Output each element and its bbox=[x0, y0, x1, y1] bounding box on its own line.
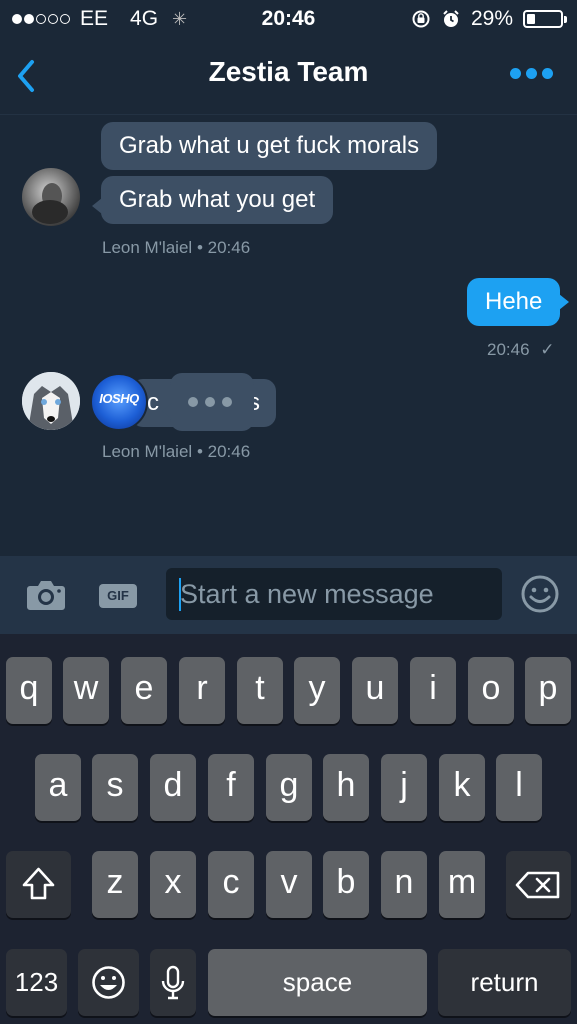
incoming-message-bubble[interactable]: Grab what you get bbox=[91, 176, 334, 224]
key-a[interactable]: a bbox=[35, 754, 81, 821]
gif-button[interactable]: GIF bbox=[99, 584, 137, 608]
separator-dot: • bbox=[196, 442, 208, 461]
return-key[interactable]: return bbox=[438, 949, 571, 1016]
message-text: Hehe bbox=[485, 288, 543, 315]
key-x[interactable]: x bbox=[150, 851, 196, 918]
key-n[interactable]: n bbox=[381, 851, 427, 918]
backspace-icon bbox=[515, 871, 560, 899]
chevron-left-icon bbox=[18, 60, 34, 92]
ioshq-badge-logo: IOSHQ bbox=[90, 373, 148, 431]
numbers-key[interactable]: 123 bbox=[6, 949, 67, 1016]
key-b[interactable]: b bbox=[323, 851, 369, 918]
alarm-clock-icon bbox=[443, 10, 459, 27]
key-r[interactable]: r bbox=[179, 657, 225, 724]
message-text: Grab what u get fuck morals bbox=[119, 132, 420, 159]
key-d[interactable]: d bbox=[150, 754, 196, 821]
emoji-button[interactable] bbox=[520, 574, 560, 614]
user-photo-icon bbox=[32, 183, 68, 224]
message-composer: GIF bbox=[0, 556, 577, 634]
nav-bar: Zestia Team bbox=[0, 38, 577, 115]
key-z[interactable]: z bbox=[92, 851, 138, 918]
key-k[interactable]: k bbox=[439, 754, 485, 821]
dictation-key[interactable] bbox=[150, 949, 196, 1016]
message-meta: Leon M'laiel • 20:46 bbox=[102, 238, 250, 258]
battery-percentage: 29% bbox=[470, 7, 513, 30]
avatar[interactable] bbox=[22, 168, 80, 226]
emoji-face-icon bbox=[92, 966, 125, 999]
message-time: 20:46 bbox=[207, 238, 251, 257]
typing-dots-icon bbox=[188, 397, 232, 407]
conversation-title: Zestia Team bbox=[208, 56, 369, 87]
key-q[interactable]: q bbox=[6, 657, 52, 724]
key-t[interactable]: t bbox=[237, 657, 283, 724]
message-text: Grab what you get bbox=[119, 186, 316, 213]
camera-icon bbox=[27, 581, 65, 610]
battery-icon bbox=[523, 10, 567, 28]
emoji-keyboard-key[interactable] bbox=[78, 949, 139, 1016]
sender-name: Leon M'laiel bbox=[102, 238, 193, 257]
message-time: 20:46 bbox=[487, 340, 530, 359]
smiley-icon bbox=[521, 575, 559, 613]
key-p[interactable]: p bbox=[525, 657, 571, 724]
key-f[interactable]: f bbox=[208, 754, 254, 821]
text-cursor bbox=[179, 578, 181, 611]
status-right: 29% bbox=[411, 7, 567, 31]
key-h[interactable]: h bbox=[323, 754, 369, 821]
shift-arrow-icon bbox=[22, 867, 55, 900]
outgoing-message-bubble[interactable]: Hehe bbox=[467, 278, 570, 326]
keyboard: q w e r t y u i o p a s d f g h j k l z … bbox=[0, 634, 577, 1024]
key-u[interactable]: u bbox=[352, 657, 398, 724]
badge-text: IOSHQ bbox=[99, 391, 139, 406]
key-m[interactable]: m bbox=[439, 851, 485, 918]
key-c[interactable]: c bbox=[208, 851, 254, 918]
space-key[interactable]: space bbox=[208, 949, 427, 1016]
key-e[interactable]: e bbox=[121, 657, 167, 724]
key-j[interactable]: j bbox=[381, 754, 427, 821]
more-horizontal-icon bbox=[510, 68, 521, 79]
status-bar: EE 4G ✳ 20:46 29% bbox=[0, 0, 577, 38]
avatar[interactable] bbox=[22, 372, 80, 430]
rotation-lock-icon bbox=[412, 10, 430, 28]
message-text: c bbox=[147, 389, 159, 416]
key-l[interactable]: l bbox=[496, 754, 542, 821]
key-g[interactable]: g bbox=[266, 754, 312, 821]
back-button[interactable] bbox=[10, 56, 46, 96]
message-meta: Leon M'laiel • 20:46 bbox=[102, 442, 250, 462]
camera-button[interactable] bbox=[26, 578, 66, 612]
key-o[interactable]: o bbox=[468, 657, 514, 724]
sent-check-icon: ✓ bbox=[540, 340, 555, 359]
incoming-message-bubble[interactable]: Grab what u get fuck morals bbox=[101, 122, 438, 170]
key-s[interactable]: s bbox=[92, 754, 138, 821]
message-input[interactable] bbox=[166, 568, 502, 620]
key-w[interactable]: w bbox=[63, 657, 109, 724]
message-meta: 20:46 ✓ bbox=[487, 340, 555, 360]
shift-key[interactable] bbox=[6, 851, 71, 918]
husky-dog-icon bbox=[22, 372, 80, 430]
message-time: 20:46 bbox=[207, 442, 251, 461]
more-options-button[interactable] bbox=[510, 68, 553, 79]
backspace-key[interactable] bbox=[506, 851, 571, 918]
microphone-icon bbox=[161, 965, 185, 1000]
key-y[interactable]: y bbox=[294, 657, 340, 724]
key-i[interactable]: i bbox=[410, 657, 456, 724]
separator-dot: • bbox=[196, 238, 208, 257]
key-v[interactable]: v bbox=[266, 851, 312, 918]
typing-indicator bbox=[162, 373, 254, 431]
sender-name: Leon M'laiel bbox=[102, 442, 193, 461]
